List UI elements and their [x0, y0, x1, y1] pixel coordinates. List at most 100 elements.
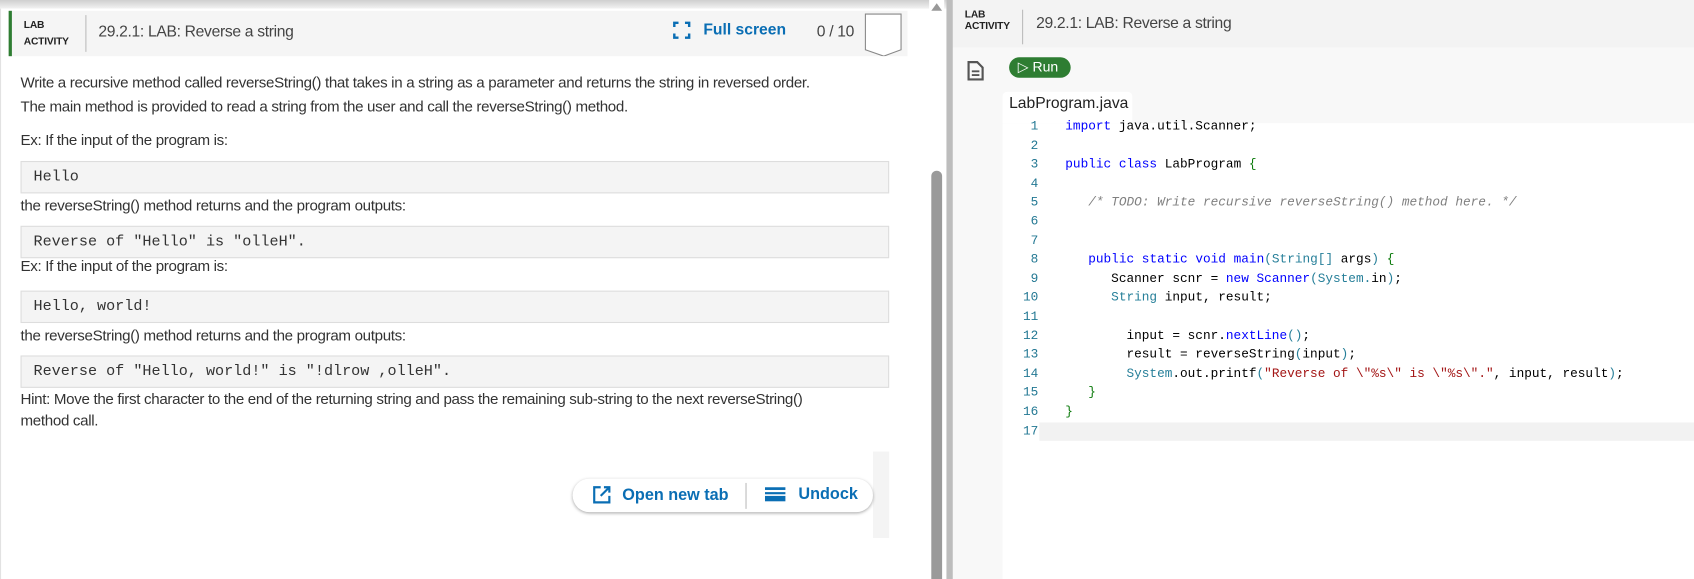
lab-title: 29.2.1: LAB: Reverse a string [98, 23, 294, 42]
lab-header: LAB ACTIVITY 29.2.1: LAB: Reverse a strin… [8, 10, 908, 57]
code-token: java.util.Scanner; [1111, 118, 1257, 134]
line-number: 2 [1030, 137, 1039, 153]
line-number: 7 [1030, 232, 1039, 249]
full-screen-label: Full screen [703, 21, 787, 39]
code-token: static [1141, 251, 1188, 268]
line-number: 8 [1030, 251, 1039, 268]
code-token: ( [1256, 365, 1265, 382]
line-number: 15 [1022, 384, 1039, 401]
line-number: 17 [1022, 422, 1039, 439]
example-input: Hello [20, 160, 890, 194]
code-token: LabProgram [1157, 156, 1249, 172]
code-token: Scanner [1256, 270, 1311, 287]
example-output: Reverse of "Hello" is "olleH". [20, 225, 890, 259]
example-label: Ex: If the input of the program is: [20, 130, 229, 149]
code-line[interactable]: 13 result = reverseString(input); [1003, 346, 1694, 365]
scrollbar-thumb[interactable] [931, 170, 943, 579]
line-text: result = reverseString(input); [1065, 346, 1356, 365]
line-number: 16 [1022, 403, 1039, 420]
line-text: public static void main(String[] args) { [1065, 251, 1394, 270]
example-input: Hello, world! [20, 290, 890, 324]
code-token: main [1233, 251, 1265, 268]
open-new-tab-label: Open new tab [622, 485, 729, 505]
code-token: public [1088, 251, 1135, 268]
code-line[interactable]: 1 import java.util.Scanner; [1003, 118, 1694, 137]
undock-icon [764, 487, 786, 502]
code-line[interactable]: 12 input = scnr.nextLine(); [1003, 327, 1694, 346]
undock-button[interactable]: Undock [764, 485, 858, 504]
run-button[interactable]: ▷ Run [1009, 57, 1071, 78]
code-token: result = reverseString [1065, 346, 1295, 363]
code-token: nextLine [1225, 327, 1288, 344]
code-token: , input, result [1493, 365, 1609, 382]
code-token: Scanner scnr = [1065, 270, 1226, 287]
code-line[interactable]: 7 [1003, 232, 1694, 251]
dock-controls: Open new tab Undock [572, 478, 873, 513]
code-line[interactable]: 5 /* TODO: Write recursive reverseString… [1003, 194, 1694, 213]
code-token: ; [1302, 327, 1311, 344]
code-token: class [1118, 156, 1158, 172]
code-token: ) [1340, 346, 1349, 363]
line-number: 3 [1030, 156, 1039, 172]
code-token: input, result; [1157, 289, 1272, 306]
code-line[interactable]: 3 public class LabProgram { [1003, 156, 1694, 175]
line-text: public class LabProgram { [1065, 156, 1256, 175]
line-text: /* TODO: Write recursive reverseString()… [1065, 194, 1516, 213]
code-token: { [1248, 156, 1257, 172]
score: 0 / 10 [816, 23, 855, 42]
code-line[interactable]: 15 } [1003, 384, 1694, 403]
code-token: ) [1608, 365, 1617, 382]
description-line: Write a recursive method called reverseS… [20, 73, 811, 91]
code-token: import [1065, 118, 1112, 134]
full-screen-button[interactable]: Full screen [673, 21, 787, 39]
gray-strip [872, 451, 890, 539]
open-new-tab-button[interactable]: Open new tab [592, 485, 729, 504]
description-line: The main method is provided to read a st… [20, 97, 629, 115]
divider [1022, 9, 1024, 45]
line-text: Scanner scnr = new Scanner(System.in); [1065, 270, 1402, 289]
divider [85, 15, 87, 52]
line-number: 13 [1022, 346, 1039, 363]
code-token: System [1126, 365, 1173, 382]
code-line[interactable]: 14 System.out.printf("Reverse of \"%s\" … [1003, 365, 1694, 384]
lab-activity-badge: LAB ACTIVITY [965, 9, 1010, 33]
code-token: [] [1317, 251, 1334, 268]
code-token: in [1371, 270, 1387, 287]
line-number: 10 [1022, 289, 1039, 306]
code-line[interactable]: 6 [1003, 213, 1694, 232]
editor-header: LAB ACTIVITY 29.2.1: LAB: Reverse a strin… [952, 0, 1694, 48]
scroll-up-arrow-icon[interactable] [931, 3, 943, 11]
badge-line: ACTIVITY [964, 20, 1010, 33]
code-token: (System. [1310, 270, 1372, 287]
code-token: } [1065, 403, 1073, 420]
divider [745, 482, 747, 509]
line-number: 1 [1030, 118, 1039, 134]
file-icon[interactable] [967, 61, 984, 82]
code-editor[interactable]: 1 import java.util.Scanner; 2 3 public class… [1003, 118, 1694, 441]
editor-sidebar [952, 47, 1003, 579]
code-line[interactable]: 2 [1003, 137, 1694, 156]
play-icon: ▷ [1017, 58, 1029, 75]
code-line[interactable]: 10 String input, result; [1003, 289, 1694, 308]
undock-label: Undock [798, 485, 858, 504]
top-shadow [0, 0, 947, 9]
code-token: /* TODO: Write recursive reverseString()… [1088, 194, 1517, 211]
line-text: input = scnr.nextLine(); [1065, 327, 1310, 346]
code-line[interactable]: 11 [1003, 308, 1694, 327]
hint-line: method call. [20, 411, 99, 429]
code-line[interactable]: 17 [1003, 421, 1694, 441]
code-token: input [1302, 346, 1341, 363]
code-line[interactable]: 9 Scanner scnr = new Scanner(System.in); [1003, 270, 1694, 289]
code-token: String [1111, 289, 1158, 306]
code-line[interactable]: 4 [1003, 175, 1694, 194]
code-line[interactable]: 8 public static void main(String[] args)… [1003, 251, 1694, 270]
line-number: 14 [1022, 365, 1039, 382]
line-text: System.out.printf("Reverse of \"%s\" is … [1065, 365, 1623, 384]
code-line[interactable]: 16} [1003, 403, 1694, 422]
